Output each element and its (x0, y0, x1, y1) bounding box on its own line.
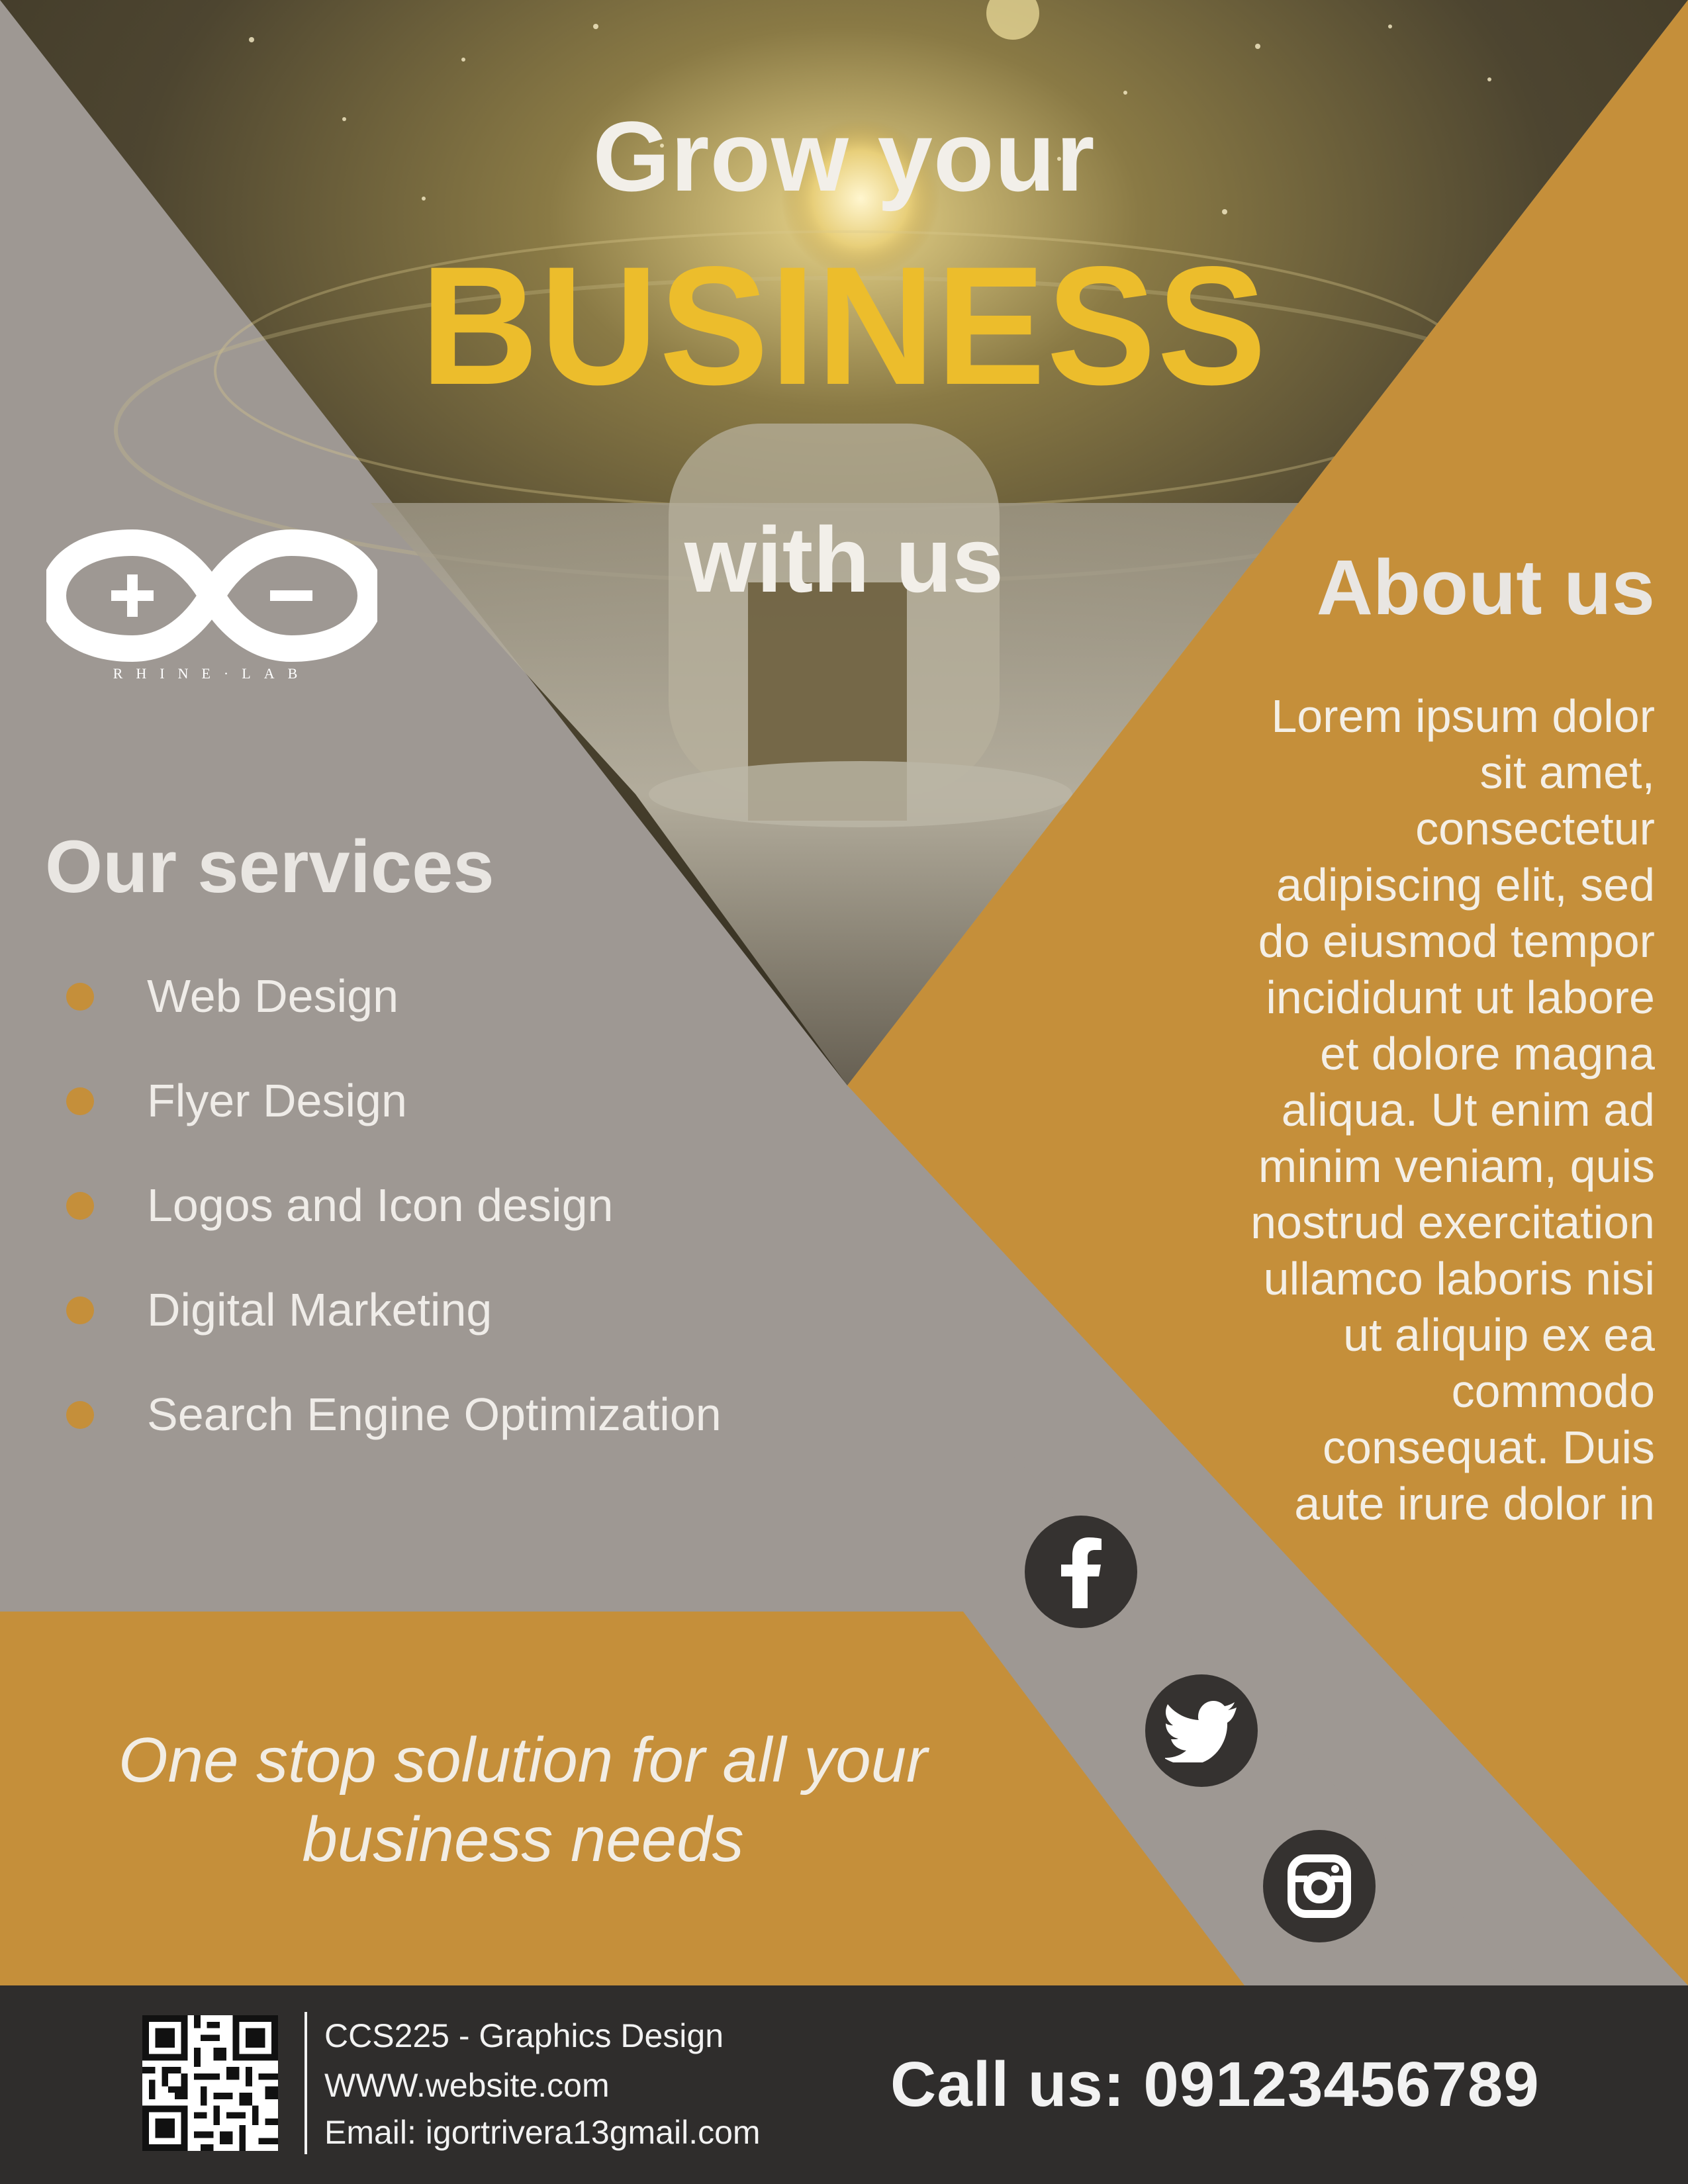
footer-course: CCS225 - Graphics Design (324, 2017, 724, 2054)
logo-text: RHINE·LAB (113, 665, 311, 682)
footer-website[interactable]: WWW.website.com (324, 2066, 610, 2105)
service-label: Digital Marketing (147, 1284, 492, 1336)
about-title: About us (1316, 544, 1655, 631)
service-label: Logos and Icon design (147, 1179, 614, 1231)
bullet-icon (66, 983, 94, 1011)
bullet-icon (66, 1087, 94, 1115)
bullet-icon (66, 1401, 94, 1429)
bullet-icon (66, 1192, 94, 1220)
about-line: incididunt ut labore (1266, 972, 1655, 1023)
service-label: Flyer Design (147, 1075, 407, 1126)
about-line: aute irure dolor in (1294, 1478, 1655, 1529)
about-line: et dolore magna (1320, 1028, 1655, 1079)
facebook-button[interactable] (1025, 1516, 1137, 1628)
tagline: One stop solution for all your business … (13, 1721, 1033, 1880)
about-line: nostrud exercitation (1250, 1197, 1655, 1248)
about-line: consequat. Duis (1323, 1422, 1655, 1473)
twitter-button[interactable] (1145, 1674, 1258, 1787)
hero-line-2: BUSINESS (420, 232, 1268, 420)
service-item: Search Engine Optimization (66, 1385, 722, 1489)
about-line: minim veniam, quis (1258, 1140, 1655, 1192)
bullet-icon (66, 1297, 94, 1324)
about-line: ut aliquip ex ea (1343, 1309, 1655, 1361)
tagline-line-1: One stop solution for all your (118, 1725, 927, 1796)
service-label: Web Design (147, 970, 399, 1022)
flyer-page: Grow your BUSINESS with us RHINE·LAB Our… (0, 0, 1688, 2184)
about-line: commodo (1451, 1365, 1655, 1417)
about-line: ullamco laboris nisi (1263, 1253, 1655, 1304)
about-line: adipiscing elit, sed (1276, 859, 1655, 911)
service-item: Digital Marketing (66, 1280, 722, 1385)
facebook-icon (1061, 1537, 1102, 1608)
services-list: Web Design Flyer Design Logos and Icon d… (66, 966, 722, 1489)
footer-email[interactable]: Email: igortrivera13gmail.com (324, 2113, 761, 2152)
about-line: Lorem ipsum dolor (1271, 690, 1655, 742)
service-item: Web Design (66, 966, 722, 1071)
footer-divider (305, 2012, 307, 2154)
service-label: Search Engine Optimization (147, 1388, 722, 1440)
tagline-line-2: business needs (302, 1804, 744, 1875)
service-item: Logos and Icon design (66, 1175, 722, 1280)
about-body: Lorem ipsum dolor sit amet, consectetur … (1152, 688, 1655, 1532)
instagram-button[interactable] (1263, 1830, 1376, 1942)
about-line: sit amet, (1479, 747, 1655, 798)
service-item: Flyer Design (66, 1071, 722, 1175)
instagram-icon (1288, 1854, 1351, 1918)
twitter-icon (1165, 1700, 1237, 1762)
services-title: Our services (45, 825, 494, 908)
call-us[interactable]: Call us: 09123456789 (890, 2048, 1540, 2121)
about-line: do eiusmod tempor (1258, 915, 1655, 967)
hero-line-1: Grow your (592, 101, 1096, 212)
about-line: aliqua. Ut enim ad (1281, 1084, 1655, 1136)
about-line: consectetur (1415, 803, 1655, 854)
qr-code-icon (142, 2015, 278, 2151)
